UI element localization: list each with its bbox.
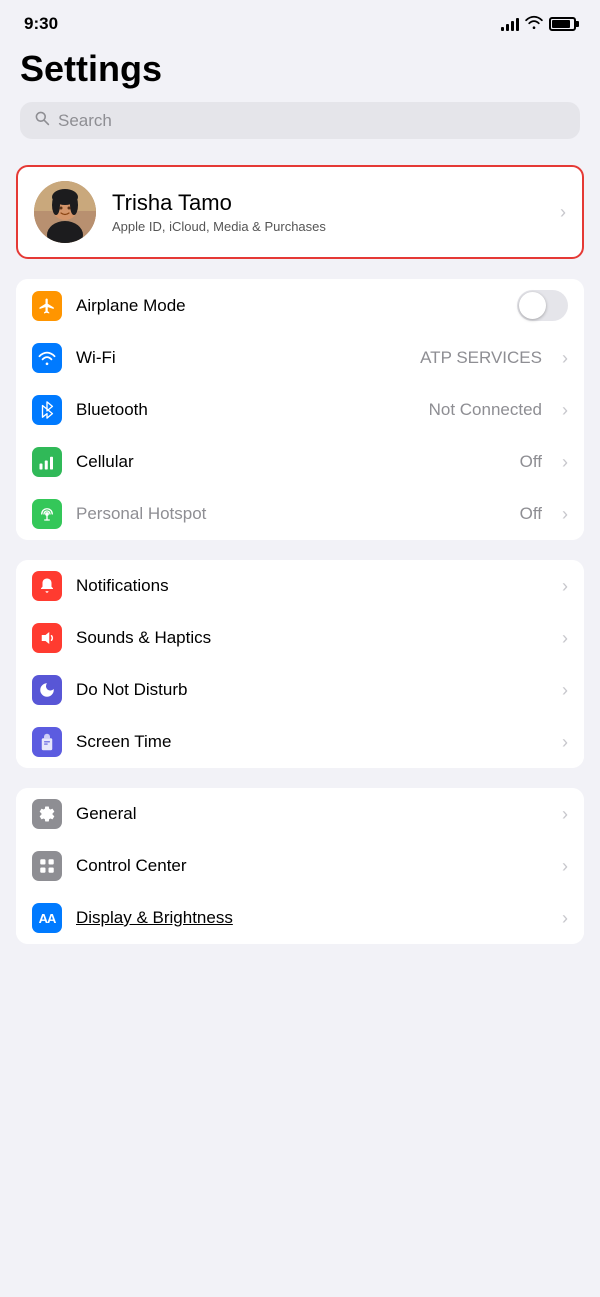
wifi-row[interactable]: Wi-Fi ATP SERVICES › <box>16 332 584 384</box>
display-row[interactable]: AA Display & Brightness › <box>16 892 584 944</box>
bluetooth-row[interactable]: Bluetooth Not Connected › <box>16 384 584 436</box>
header: Settings Search <box>0 40 600 149</box>
display-label: Display & Brightness <box>76 908 548 928</box>
controlcenter-row[interactable]: Control Center › <box>16 840 584 892</box>
controlcenter-chevron: › <box>562 856 568 877</box>
wifi-label: Wi-Fi <box>76 348 406 368</box>
bluetooth-value: Not Connected <box>429 400 542 420</box>
connectivity-section: Airplane Mode Wi-Fi ATP SERVICES › Bluet… <box>16 279 584 540</box>
hotspot-value: Off <box>520 504 542 524</box>
signal-icon <box>501 17 519 31</box>
sounds-row[interactable]: Sounds & Haptics › <box>16 612 584 664</box>
profile-subtitle: Apple ID, iCloud, Media & Purchases <box>112 219 544 234</box>
donotdisturb-row[interactable]: Do Not Disturb › <box>16 664 584 716</box>
donotdisturb-icon <box>32 675 62 705</box>
cellular-row[interactable]: Cellular Off › <box>16 436 584 488</box>
search-placeholder: Search <box>58 111 112 131</box>
profile-card[interactable]: Trisha Tamo Apple ID, iCloud, Media & Pu… <box>16 165 584 259</box>
notifications-row[interactable]: Notifications › <box>16 560 584 612</box>
status-bar: 9:30 <box>0 0 600 40</box>
sounds-chevron: › <box>562 628 568 649</box>
page-title: Settings <box>20 48 580 90</box>
controlcenter-label: Control Center <box>76 856 548 876</box>
hotspot-row[interactable]: Personal Hotspot Off › <box>16 488 584 540</box>
battery-icon <box>549 17 576 31</box>
avatar <box>34 181 96 243</box>
display-chevron: › <box>562 908 568 929</box>
screentime-chevron: › <box>562 732 568 753</box>
cellular-value: Off <box>520 452 542 472</box>
profile-chevron: › <box>560 202 566 223</box>
status-icons <box>501 15 576 34</box>
airplane-mode-icon <box>32 291 62 321</box>
screentime-label: Screen Time <box>76 732 548 752</box>
donotdisturb-label: Do Not Disturb <box>76 680 548 700</box>
donotdisturb-chevron: › <box>562 680 568 701</box>
wifi-status-icon <box>525 15 543 34</box>
notifications-icon <box>32 571 62 601</box>
general-icon <box>32 799 62 829</box>
cellular-icon <box>32 447 62 477</box>
airplane-mode-toggle[interactable] <box>517 290 568 321</box>
general-chevron: › <box>562 804 568 825</box>
airplane-mode-label: Airplane Mode <box>76 296 503 316</box>
general-label: General <box>76 804 548 824</box>
airplane-mode-row[interactable]: Airplane Mode <box>16 279 584 332</box>
profile-name: Trisha Tamo <box>112 190 544 216</box>
hotspot-label: Personal Hotspot <box>76 504 506 524</box>
screentime-row[interactable]: Screen Time › <box>16 716 584 768</box>
notifications-section: Notifications › Sounds & Haptics › Do No… <box>16 560 584 768</box>
status-time: 9:30 <box>24 14 58 34</box>
sounds-label: Sounds & Haptics <box>76 628 548 648</box>
hotspot-chevron: › <box>562 504 568 525</box>
bluetooth-chevron: › <box>562 400 568 421</box>
search-bar[interactable]: Search <box>20 102 580 139</box>
search-icon <box>34 110 50 131</box>
sounds-icon <box>32 623 62 653</box>
wifi-chevron: › <box>562 348 568 369</box>
screentime-icon <box>32 727 62 757</box>
bluetooth-icon <box>32 395 62 425</box>
controlcenter-icon <box>32 851 62 881</box>
bluetooth-label: Bluetooth <box>76 400 415 420</box>
notifications-chevron: › <box>562 576 568 597</box>
wifi-value: ATP SERVICES <box>420 348 542 368</box>
cellular-label: Cellular <box>76 452 506 472</box>
wifi-icon <box>32 343 62 373</box>
profile-row[interactable]: Trisha Tamo Apple ID, iCloud, Media & Pu… <box>18 167 582 257</box>
notifications-label: Notifications <box>76 576 548 596</box>
display-icon: AA <box>32 903 62 933</box>
profile-info: Trisha Tamo Apple ID, iCloud, Media & Pu… <box>112 190 544 234</box>
hotspot-icon <box>32 499 62 529</box>
general-row[interactable]: General › <box>16 788 584 840</box>
system-section: General › Control Center › AA Display & … <box>16 788 584 944</box>
cellular-chevron: › <box>562 452 568 473</box>
